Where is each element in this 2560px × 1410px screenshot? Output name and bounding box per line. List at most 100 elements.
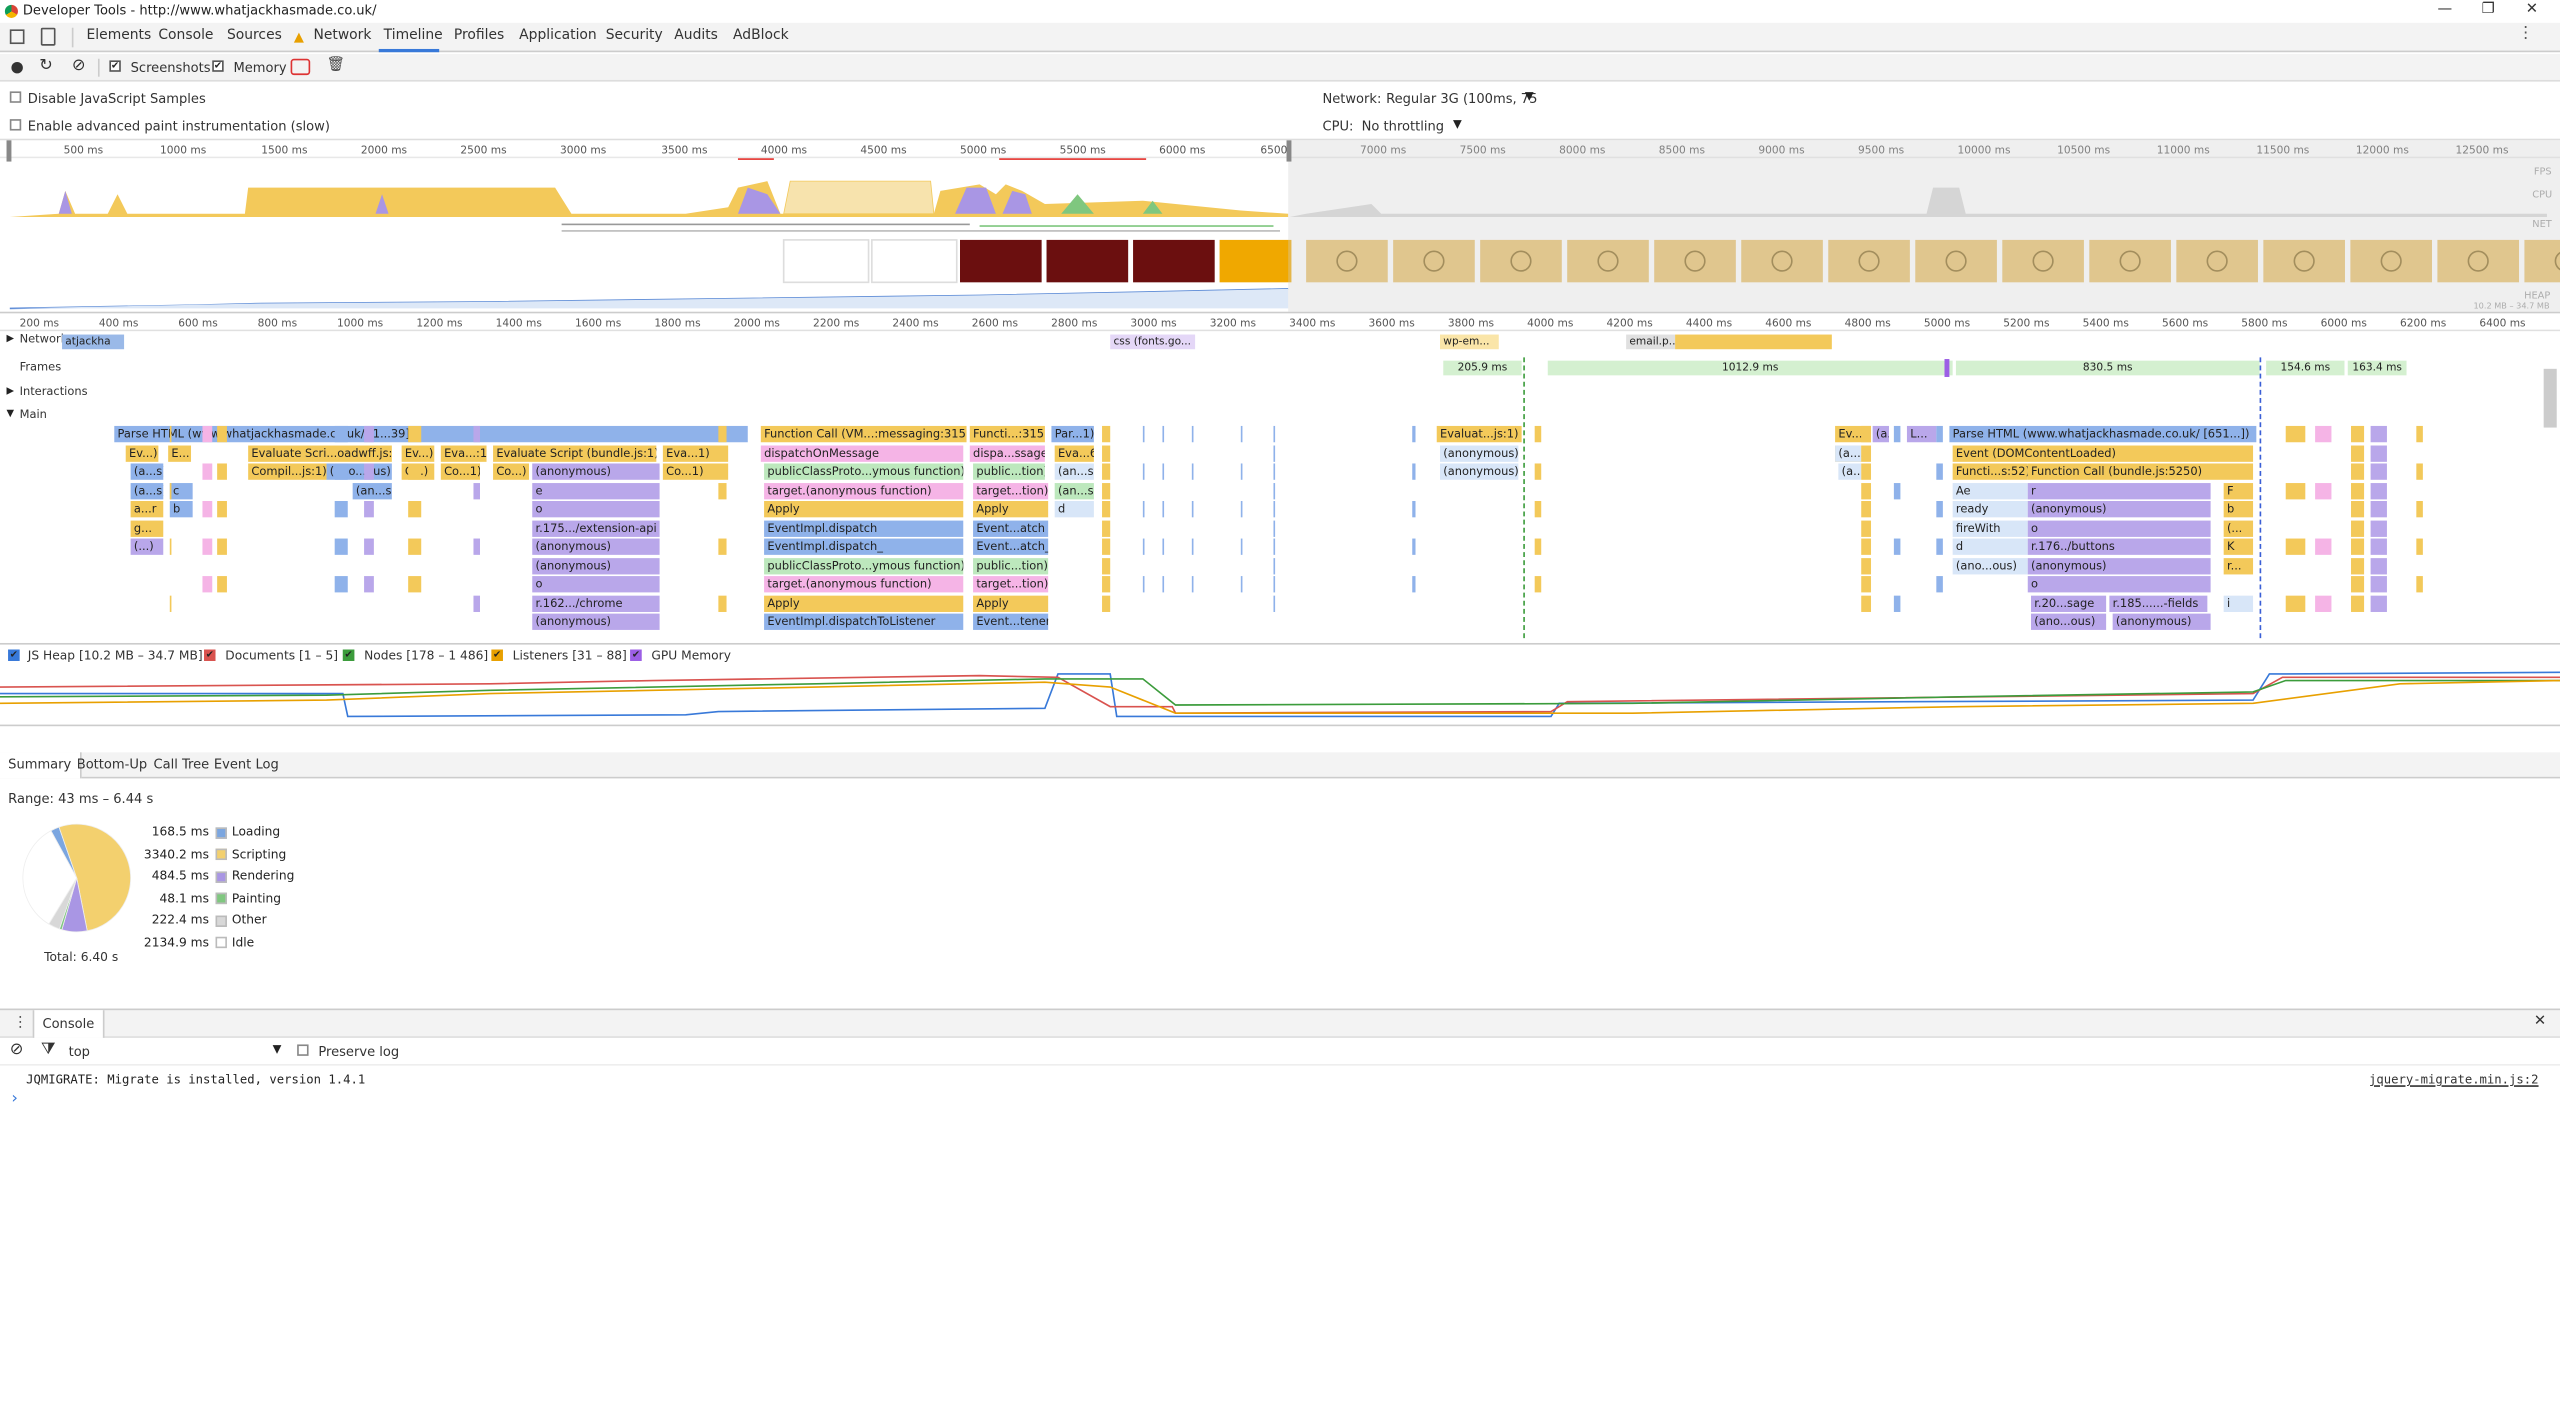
flame-sliver[interactable]: [1273, 594, 1276, 612]
flame-block[interactable]: i: [2223, 594, 2254, 612]
flame-sliver[interactable]: [1273, 519, 1276, 537]
flame-block[interactable]: (...): [130, 538, 164, 555]
flame-sliver[interactable]: [2351, 463, 2365, 480]
flame-sliver[interactable]: [1191, 501, 1194, 518]
flame-sliver[interactable]: [364, 425, 374, 443]
flame-block[interactable]: Ev...): [125, 444, 159, 462]
flame-sliver[interactable]: [2351, 557, 2365, 574]
preserve-log-checkbox[interactable]: [297, 1043, 309, 1059]
flame-block[interactable]: E...: [168, 444, 192, 462]
flame-block[interactable]: Eva...:1): [440, 444, 487, 462]
flame-sliver[interactable]: [1102, 482, 1111, 499]
flame-block[interactable]: Apply: [764, 501, 964, 518]
flame-block[interactable]: r.185......-fields: [2109, 594, 2208, 612]
flame-sliver[interactable]: [334, 501, 348, 518]
flame-sliver[interactable]: [2351, 501, 2365, 518]
flame-sliver[interactable]: [1936, 576, 1943, 593]
flame-sliver[interactable]: [473, 594, 480, 612]
tab-network[interactable]: Network: [313, 28, 371, 44]
selection-handle-left[interactable]: [6, 140, 12, 162]
flame-sliver[interactable]: [408, 463, 422, 480]
flame-sliver[interactable]: [1861, 519, 1872, 537]
flame-sliver[interactable]: [1191, 538, 1194, 555]
flame-block[interactable]: (a...): [1872, 425, 1889, 443]
flame-block[interactable]: Event (DOMContentLoaded): [1952, 444, 2254, 462]
network-request-bar[interactable]: [1675, 334, 1832, 350]
flame-sliver[interactable]: [1273, 501, 1276, 518]
expand-arrow-icon[interactable]: ▶: [7, 385, 15, 396]
flame-sliver[interactable]: [202, 576, 213, 593]
flame-sliver[interactable]: [169, 425, 172, 443]
flame-block[interactable]: Eva...1): [662, 444, 729, 462]
flame-sliver[interactable]: [2416, 425, 2423, 443]
flame-sliver[interactable]: [1102, 594, 1111, 612]
close-drawer-icon[interactable]: ✕: [2534, 1013, 2546, 1029]
flame-block[interactable]: Evaluate Script (bundle.js:1): [493, 444, 657, 462]
flame-block[interactable]: target...tion): [973, 576, 1049, 593]
flame-sliver[interactable]: [1102, 444, 1111, 462]
flame-block[interactable]: (anonymous): [1440, 444, 1519, 462]
advanced-paint-checkbox[interactable]: [9, 117, 22, 133]
flame-sliver[interactable]: [202, 538, 213, 555]
flame-sliver[interactable]: [408, 576, 422, 593]
flame-block[interactable]: Apply: [973, 594, 1049, 612]
flame-sliver[interactable]: [2416, 538, 2423, 555]
flame-block[interactable]: Par...1): [1051, 425, 1094, 443]
drawer-tab-console[interactable]: Console: [32, 1010, 105, 1038]
flame-block[interactable]: (anonymous): [532, 463, 660, 480]
flame-sliver[interactable]: [718, 594, 727, 612]
flame-sliver[interactable]: [2351, 576, 2365, 593]
flame-sliver[interactable]: [334, 463, 348, 480]
flame-sliver[interactable]: [1162, 425, 1165, 443]
console-source-link[interactable]: jquery-migrate.min.js:2: [2369, 1072, 2539, 1087]
tab-security[interactable]: Security: [606, 28, 663, 44]
tab-console[interactable]: Console: [158, 28, 213, 44]
flame-sliver[interactable]: [364, 576, 374, 593]
flame-sliver[interactable]: [2315, 594, 2332, 612]
flame-sliver[interactable]: [1861, 576, 1872, 593]
record-icon[interactable]: [11, 62, 23, 74]
flame-sliver[interactable]: [1240, 538, 1243, 555]
flame-sliver[interactable]: [1936, 425, 1943, 443]
flame-sliver[interactable]: [1412, 463, 1416, 480]
flame-sliver[interactable]: [2370, 576, 2387, 593]
more-menu-icon[interactable]: ⋮: [2518, 24, 2534, 42]
flame-block[interactable]: Event...atch_: [973, 538, 1049, 555]
flame-block[interactable]: Evaluate Scri...oadwff.js:1): [248, 444, 392, 462]
flame-block[interactable]: Apply: [973, 501, 1049, 518]
main-flame-chart[interactable]: Parse HTML (www.whatjackhasmade.co.uk/ […: [0, 423, 2540, 638]
flame-sliver[interactable]: [364, 501, 374, 518]
flame-block[interactable]: r.20...sage: [2031, 594, 2107, 612]
flame-sliver[interactable]: [1162, 463, 1165, 480]
reload-icon[interactable]: ↻: [39, 57, 53, 75]
flame-sliver[interactable]: [1534, 501, 1542, 518]
flame-sliver[interactable]: [1102, 425, 1111, 443]
memory-checkbox[interactable]: [212, 59, 224, 75]
flame-sliver[interactable]: [217, 501, 227, 518]
flame-sliver[interactable]: [1240, 463, 1243, 480]
flame-block[interactable]: (ano...ous): [1952, 557, 2028, 574]
drawer-menu-icon[interactable]: ⋮: [13, 1015, 28, 1031]
flame-block[interactable]: (a...): [1835, 444, 1862, 462]
flame-sliver[interactable]: [1273, 425, 1276, 443]
flame-sliver[interactable]: [2351, 594, 2365, 612]
flame-block[interactable]: public...tion): [973, 557, 1049, 574]
tab-application[interactable]: Application: [519, 28, 597, 44]
flame-block[interactable]: target...tion): [973, 482, 1049, 499]
restore-button[interactable]: ❐: [2482, 2, 2495, 18]
flame-sliver[interactable]: [2351, 444, 2365, 462]
flame-sliver[interactable]: [169, 482, 172, 499]
flame-block[interactable]: b: [2223, 501, 2254, 518]
flame-block[interactable]: Co...): [493, 463, 529, 480]
flame-block[interactable]: fireWith: [1952, 519, 2028, 537]
tab-audits[interactable]: Audits: [674, 28, 718, 44]
flame-sliver[interactable]: [1240, 501, 1243, 518]
flame-sliver[interactable]: [1861, 463, 1872, 480]
flame-block[interactable]: (a...): [1838, 463, 1862, 480]
flame-block[interactable]: publicClassProto...ymous function): [764, 463, 964, 480]
cpu-throttle-select[interactable]: No throttling: [1362, 119, 1444, 134]
flame-sliver[interactable]: [1861, 557, 1872, 574]
flame-sliver[interactable]: [217, 425, 227, 443]
flame-sliver[interactable]: [1861, 482, 1872, 499]
flame-block[interactable]: r.162.../chrome: [532, 594, 660, 612]
